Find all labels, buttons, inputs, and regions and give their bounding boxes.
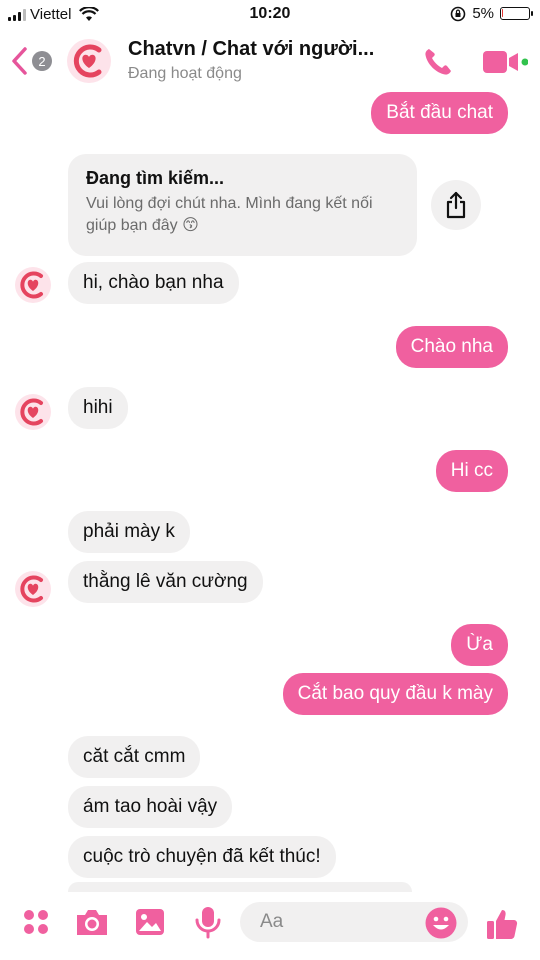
sender-avatar[interactable]: [14, 570, 52, 608]
apps-button[interactable]: [18, 904, 54, 940]
voice-button[interactable]: [190, 904, 226, 940]
message-bubble-outgoing[interactable]: Hi cc: [435, 450, 508, 492]
message-bubble-outgoing[interactable]: Chào nha: [395, 326, 508, 368]
emoji-icon[interactable]: [424, 906, 458, 940]
partial-message-bubble: [68, 882, 412, 892]
sender-avatar[interactable]: [14, 266, 52, 304]
battery-percent: 5%: [472, 5, 494, 22]
active-status: Đang hoạt động: [128, 65, 242, 82]
chatvn-logo-avatar[interactable]: [66, 38, 112, 84]
message-bubble-outgoing[interactable]: Ừa: [451, 624, 508, 666]
back-chevron-icon: [12, 47, 27, 75]
card-body: Vui lòng đợi chút nha. Mình đang kết nối…: [86, 195, 373, 234]
unread-count-badge: 2: [32, 51, 52, 71]
sender-avatar[interactable]: [14, 393, 52, 431]
back-button[interactable]: 2: [10, 44, 60, 78]
image-icon: [136, 909, 164, 935]
apps-grid-icon: [24, 910, 48, 934]
phone-icon: [425, 49, 451, 75]
message-bubble-incoming[interactable]: hihi: [68, 387, 128, 429]
video-camera-icon: [483, 51, 529, 73]
microphone-icon: [195, 907, 221, 939]
chat-title[interactable]: Chatvn / Chat với người...: [128, 38, 374, 61]
status-bar: Viettel 10:20 5%: [0, 0, 540, 30]
share-button[interactable]: [431, 180, 481, 230]
gallery-button[interactable]: [132, 904, 168, 940]
message-bubble-incoming[interactable]: cuộc trò chuyện đã kết thúc!: [68, 836, 336, 878]
card-title: Đang tìm kiếm...: [86, 168, 225, 188]
message-composer: [0, 892, 540, 960]
message-bubble-incoming[interactable]: thằng lê văn cường: [68, 561, 263, 603]
battery-level: [502, 9, 503, 17]
chat-header: 2 Chatvn / Chat với người... Đang hoạt đ…: [0, 30, 540, 94]
camera-button[interactable]: [74, 904, 110, 940]
battery-icon: [500, 7, 533, 20]
message-bubble-outgoing[interactable]: Bắt đầu chat: [371, 92, 508, 134]
like-button[interactable]: [484, 906, 520, 942]
video-call-button[interactable]: [480, 44, 529, 80]
message-bubble-incoming[interactable]: phải mày k: [68, 511, 190, 553]
call-button[interactable]: [420, 44, 456, 80]
camera-icon: [77, 910, 107, 935]
status-right: 5%: [450, 5, 533, 22]
message-bubble-incoming[interactable]: hi, chào bạn nha: [68, 262, 239, 304]
matching-card[interactable]: Đang tìm kiếm... Vui lòng đợi chút nha. …: [68, 154, 417, 256]
thumbs-up-icon: [487, 910, 518, 939]
message-bubble-outgoing[interactable]: Cắt bao quy đầu k mày: [282, 673, 508, 715]
message-bubble-incoming[interactable]: căt cắt cmm: [68, 736, 201, 778]
orientation-lock-icon: [451, 6, 466, 21]
share-icon: [446, 191, 466, 219]
message-bubble-incoming[interactable]: ám tao hoài vậy: [68, 786, 233, 828]
